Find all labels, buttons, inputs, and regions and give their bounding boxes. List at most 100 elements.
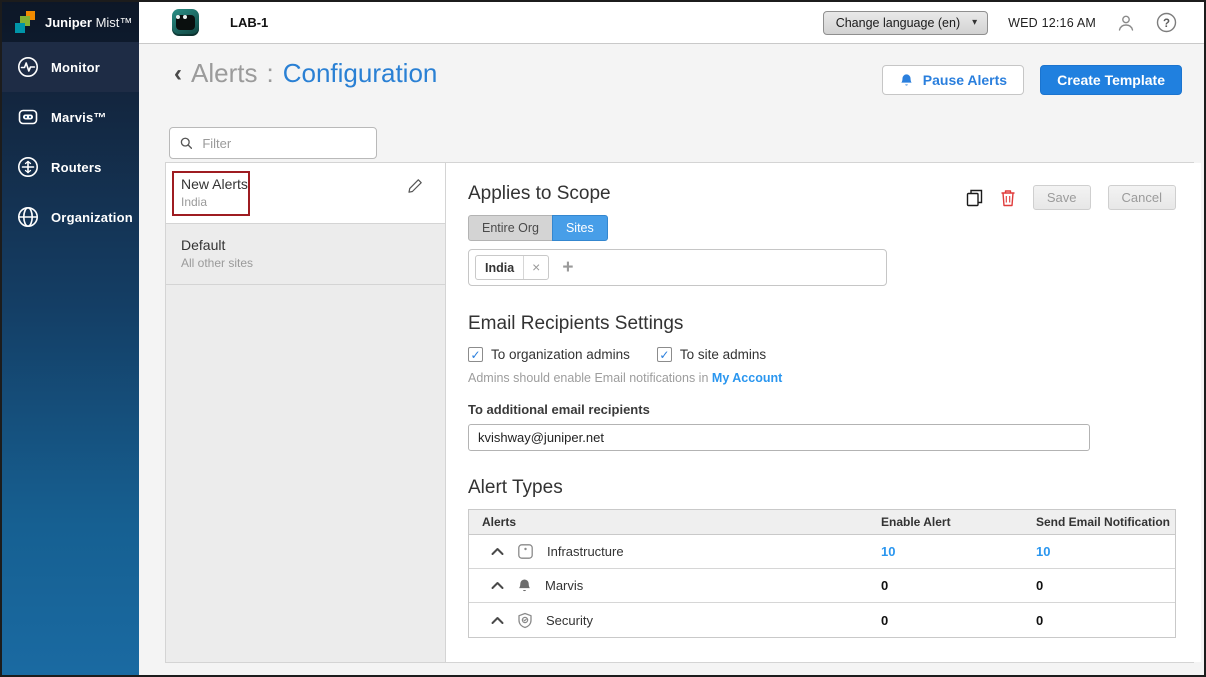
create-template-button[interactable]: Create Template [1040, 65, 1182, 95]
enable-alert-count[interactable]: 10 [868, 544, 1023, 559]
list-item-default[interactable]: Default All other sites [166, 224, 445, 285]
collapse-chevron-icon[interactable] [491, 616, 504, 625]
remove-site-icon[interactable]: × [523, 256, 548, 279]
add-site-icon[interactable]: + [562, 258, 573, 277]
sidebar-item-label: Marvis™ [51, 110, 107, 125]
pause-alerts-button[interactable]: Pause Alerts [882, 65, 1024, 95]
admins-note: Admins should enable Email notifications… [468, 371, 1176, 385]
language-select[interactable]: Change language (en) ▾ [823, 11, 988, 35]
shield-check-icon [517, 612, 533, 629]
send-email-count: 0 [1023, 613, 1175, 628]
admin-checkboxes: ✓ To organization admins ✓ To site admin… [468, 347, 1176, 362]
filter-box [169, 127, 377, 159]
sidebar-item-marvis[interactable]: Marvis™ [2, 92, 139, 142]
account-icon[interactable] [1116, 13, 1136, 33]
checkbox-checked-icon: ✓ [468, 347, 483, 362]
send-email-count[interactable]: 10 [1023, 544, 1175, 559]
sidebar-item-routers[interactable]: Routers [2, 142, 139, 192]
scope-toggle: Entire Org Sites [468, 215, 608, 241]
app-window: Juniper Mist™ Monitor Marvis™ [0, 0, 1206, 677]
checkbox-site-admins[interactable]: ✓ To site admins [657, 347, 766, 362]
additional-recipients-input[interactable] [468, 424, 1090, 451]
filter-input[interactable] [202, 136, 366, 151]
collapse-chevron-icon[interactable] [491, 581, 504, 590]
sidebar-item-label: Monitor [51, 60, 100, 75]
template-scope: All other sites [181, 256, 429, 270]
checkbox-label: To site admins [680, 347, 766, 362]
table-row-infrastructure: Infrastructure 10 10 [469, 535, 1175, 569]
org-name[interactable]: LAB-1 [230, 15, 268, 30]
toggle-entire-org[interactable]: Entire Org [468, 215, 553, 241]
brand-name: Juniper Mist™ [45, 15, 132, 30]
page-title: Configuration [283, 58, 438, 89]
sites-selector[interactable]: India × + [468, 249, 887, 286]
edit-pencil-icon[interactable] [407, 178, 423, 199]
breadcrumb: ‹ Alerts : Configuration [174, 58, 437, 89]
template-detail: Save Cancel Applies to Scope Entire Org … [446, 163, 1201, 662]
clock: WED 12:16 AM [1008, 16, 1096, 30]
sidebar-item-organization[interactable]: Organization [2, 192, 139, 242]
brand-mist: Mist™ [96, 15, 133, 30]
alert-types-table: Alerts Enable Alert Send Email Notificat… [468, 509, 1176, 638]
alert-types-heading: Alert Types [468, 477, 1176, 499]
brand-logo[interactable]: Juniper Mist™ [2, 2, 139, 42]
breadcrumb-alerts[interactable]: Alerts [191, 58, 257, 89]
col-alerts: Alerts [469, 510, 868, 534]
marvis-app-icon[interactable] [172, 9, 199, 36]
organization-icon [16, 205, 40, 229]
row-label: Marvis [545, 578, 583, 593]
row-label: Infrastructure [547, 544, 624, 559]
svg-text:?: ? [1163, 18, 1170, 30]
save-button[interactable]: Save [1033, 185, 1091, 210]
bell-icon [899, 73, 914, 88]
pause-alerts-label: Pause Alerts [923, 72, 1007, 88]
breadcrumb-separator: : [266, 58, 273, 89]
toggle-sites[interactable]: Sites [552, 215, 608, 241]
marvis-icon [16, 105, 40, 129]
enable-alert-count: 0 [868, 613, 1023, 628]
back-chevron-icon[interactable]: ‹ [174, 62, 182, 86]
language-select-label: Change language (en) [836, 16, 960, 30]
my-account-link[interactable]: My Account [712, 371, 782, 385]
additional-recipients-label: To additional email recipients [468, 402, 1176, 417]
sidebar-item-label: Routers [51, 160, 102, 175]
bell-icon [517, 578, 532, 594]
search-icon [180, 136, 192, 150]
sidebar: Juniper Mist™ Monitor Marvis™ [2, 2, 139, 675]
topbar: LAB-1 Change language (en) ▾ WED 12:16 A… [139, 2, 1204, 44]
checkbox-checked-icon: ✓ [657, 347, 672, 362]
template-name: New Alerts [181, 176, 429, 192]
checkbox-label: To organization admins [491, 347, 630, 362]
page-header: ‹ Alerts : Configuration Pause Alerts Cr… [139, 44, 1204, 122]
template-name: Default [181, 237, 429, 253]
collapse-chevron-icon[interactable] [491, 547, 504, 556]
topbar-right: Change language (en) ▾ WED 12:16 AM ? [823, 11, 1204, 35]
brand-juniper: Juniper [45, 15, 92, 30]
routers-icon [16, 155, 40, 179]
detail-actions: Save Cancel [966, 185, 1176, 210]
table-header: Alerts Enable Alert Send Email Notificat… [469, 510, 1175, 535]
site-chip-india: India × [475, 255, 549, 280]
table-row-security: Security 0 0 [469, 603, 1175, 637]
access-point-icon [517, 543, 534, 560]
list-item-new-alerts[interactable]: New Alerts India [166, 163, 445, 224]
juniper-logo-icon [15, 11, 37, 33]
help-icon[interactable]: ? [1156, 12, 1177, 33]
template-list: New Alerts India Default All other sites [166, 163, 446, 662]
header-actions: Pause Alerts Create Template [882, 65, 1182, 95]
delete-trash-icon[interactable] [1000, 189, 1016, 207]
admins-note-text: Admins should enable Email notifications… [468, 371, 708, 385]
row-label: Security [546, 613, 593, 628]
monitor-icon [16, 55, 40, 79]
sidebar-item-label: Organization [51, 210, 133, 225]
sidebar-item-monitor[interactable]: Monitor [2, 42, 139, 92]
template-scope: India [181, 195, 429, 209]
caret-down-icon: ▾ [972, 17, 977, 28]
copy-icon[interactable] [966, 189, 983, 207]
col-send-email: Send Email Notification [1023, 510, 1175, 534]
send-email-count: 0 [1023, 578, 1175, 593]
cancel-button[interactable]: Cancel [1108, 185, 1176, 210]
site-chip-label: India [476, 261, 523, 275]
checkbox-org-admins[interactable]: ✓ To organization admins [468, 347, 630, 362]
col-enable-alert: Enable Alert [868, 510, 1023, 534]
